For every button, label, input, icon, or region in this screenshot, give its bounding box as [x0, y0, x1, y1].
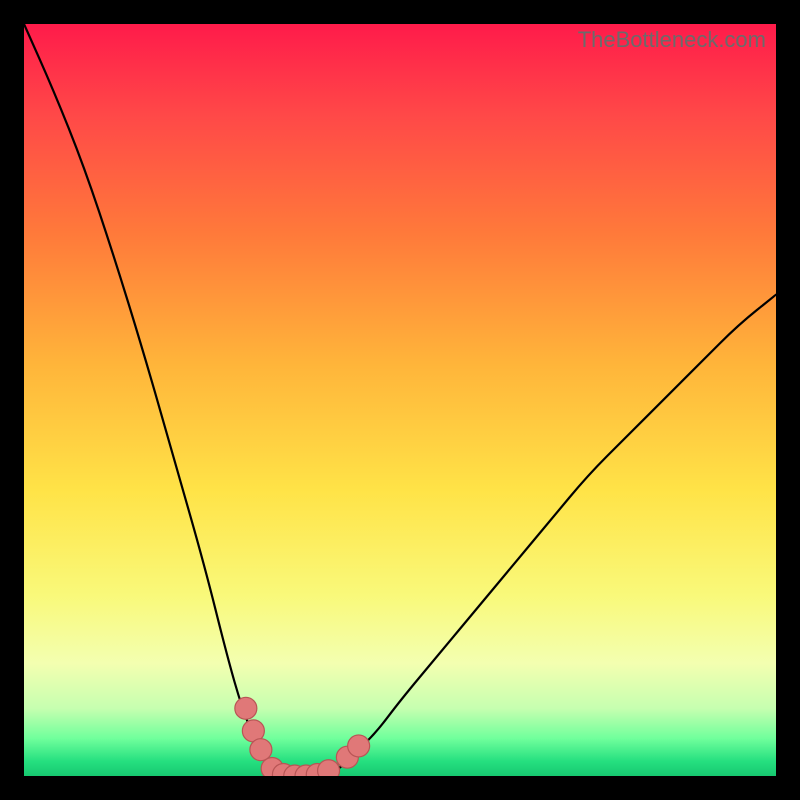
plot-area: TheBottleneck.com: [24, 24, 776, 776]
curve-right-curve: [310, 295, 776, 776]
markers-group: [235, 697, 370, 776]
chart-frame: TheBottleneck.com: [0, 0, 800, 800]
curves-group: [24, 24, 776, 776]
chart-svg: [24, 24, 776, 776]
curve-left-curve: [24, 24, 295, 776]
